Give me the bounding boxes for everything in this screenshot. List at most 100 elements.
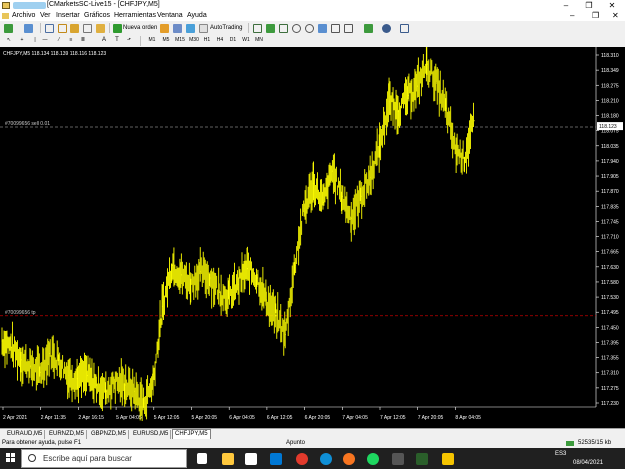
price-point <box>407 94 409 97</box>
vertical-line-tool-icon[interactable]: | <box>30 36 40 45</box>
menu-insertar[interactable]: Insertar <box>56 12 80 19</box>
tab-eurnzd[interactable]: EURNZD,M5 <box>47 430 88 439</box>
timeframe-m15[interactable]: M15 <box>175 36 185 45</box>
menu-archivo[interactable]: Archivo <box>12 12 35 19</box>
price-tick-label: 117.275 <box>601 386 619 392</box>
task-view-icon[interactable] <box>197 453 207 464</box>
navigator-icon[interactable] <box>70 24 79 33</box>
price-tick-label: 117.905 <box>601 174 619 180</box>
taskbar-search-box[interactable]: Escribe aquí para buscar <box>21 449 187 468</box>
metatrader-taskbar-icon[interactable] <box>416 453 428 465</box>
timeframe-m5[interactable]: M5 <box>161 36 171 45</box>
search-placeholder: Escribe aquí para buscar <box>43 454 132 463</box>
minimize-button[interactable]: – <box>558 0 574 11</box>
windows-start-icon[interactable] <box>6 453 16 463</box>
indicators-icon[interactable] <box>364 24 373 33</box>
app-icon[interactable] <box>392 453 404 465</box>
templates-icon[interactable] <box>400 24 409 33</box>
tab-eurusd[interactable]: EURUSD,M5 <box>131 430 172 439</box>
data-window-icon[interactable] <box>58 24 67 33</box>
metaeditor-icon[interactable] <box>160 24 169 33</box>
signals-icon[interactable] <box>173 24 182 33</box>
text-tool-icon[interactable]: A <box>99 36 109 45</box>
price-point <box>379 145 381 147</box>
price-point <box>256 277 258 279</box>
price-point <box>152 381 154 383</box>
menu-ayuda[interactable]: Ayuda <box>187 12 207 19</box>
store-icon[interactable] <box>245 453 257 465</box>
new-order-button[interactable]: Nueva orden <box>123 24 157 33</box>
autotrading-icon[interactable] <box>199 24 208 33</box>
timeframe-d1[interactable]: D1 <box>228 36 238 45</box>
timeframe-m1[interactable]: M1 <box>147 36 157 45</box>
price-tick-label: 117.310 <box>601 371 619 377</box>
opera-icon[interactable] <box>296 453 308 465</box>
fibonacci-tool-icon[interactable]: ≣ <box>78 36 88 45</box>
horizontal-line-tool-icon[interactable]: — <box>40 36 50 45</box>
current-price-label: 118.123 <box>599 124 617 130</box>
price-chart[interactable]: 118.310 118.349 118.275 118.210 118.180 118.0… <box>0 47 625 428</box>
timeframe-h4[interactable]: H4 <box>215 36 225 45</box>
channel-tool-icon[interactable]: ≡ <box>66 36 76 45</box>
periods-icon[interactable] <box>382 24 391 33</box>
status-help-text: Para obtener ayuda, pulse F1 <box>2 440 82 446</box>
file-explorer-icon[interactable] <box>222 453 234 465</box>
time-tick-label: 6 Apr 04:05 <box>229 415 255 421</box>
time-tick-label: 2 Apr 2021 <box>3 415 27 421</box>
menu-graficos[interactable]: Gráficos <box>84 12 110 19</box>
profiles-icon[interactable] <box>24 24 33 33</box>
timeframe-mn[interactable]: MN <box>254 36 264 45</box>
maximize-button[interactable]: ❐ <box>581 0 597 11</box>
taskbar-date[interactable]: 08/04/2021 <box>573 460 603 466</box>
timeframe-m30[interactable]: M30 <box>189 36 199 45</box>
folder-icon[interactable] <box>442 453 454 465</box>
price-tick-label: 117.710 <box>601 235 619 241</box>
line-chart-icon[interactable] <box>279 24 288 33</box>
zoom-out-icon[interactable] <box>305 24 314 33</box>
autotrading-button[interactable]: AutoTrading <box>210 24 242 33</box>
bar-chart-icon[interactable] <box>253 24 262 33</box>
price-point <box>237 283 239 285</box>
menu-ventana[interactable]: Ventana <box>157 12 183 19</box>
trendline-tool-icon[interactable]: ⁄ <box>54 36 64 45</box>
market-icon[interactable] <box>186 24 195 33</box>
price-tick-label: 118.210 <box>601 98 619 104</box>
mdi-minimize-button[interactable]: – <box>570 11 574 20</box>
edge-icon[interactable] <box>320 453 332 465</box>
menu-ver[interactable]: Ver <box>40 12 51 19</box>
tab-euraud[interactable]: EURAUD,M5 <box>5 430 46 439</box>
mdi-close-button[interactable]: ✕ <box>612 11 619 20</box>
tile-windows-icon[interactable] <box>318 24 327 33</box>
mail-icon[interactable] <box>270 453 282 465</box>
market-watch-icon[interactable] <box>45 24 54 33</box>
price-tick-label: 117.580 <box>601 280 619 286</box>
mdi-restore-button[interactable]: ❐ <box>592 11 599 20</box>
price-point <box>341 195 343 197</box>
text-label-tool-icon[interactable]: T <box>112 36 122 45</box>
new-order-icon[interactable] <box>113 24 122 33</box>
autoscroll-icon[interactable] <box>331 24 340 33</box>
menu-herramientas[interactable]: Herramientas <box>114 12 156 19</box>
taskbar-language[interactable]: ES3 <box>555 451 566 457</box>
timeframe-h1[interactable]: H1 <box>202 36 212 45</box>
tab-gbpnzd[interactable]: GBPNZD,M5 <box>89 430 130 439</box>
candlestick-icon[interactable] <box>266 24 275 33</box>
timeframe-w1[interactable]: W1 <box>241 36 251 45</box>
new-chart-icon[interactable] <box>4 24 13 33</box>
arrow-tool-icon[interactable]: ⬏ <box>124 36 134 45</box>
price-point <box>350 217 352 219</box>
firefox-icon[interactable] <box>343 453 355 465</box>
search-icon <box>28 454 36 462</box>
spotify-icon[interactable] <box>367 453 379 465</box>
close-button[interactable]: ✕ <box>604 0 620 11</box>
price-point <box>199 271 201 273</box>
price-tick-label: 118.180 <box>601 114 619 120</box>
terminal-icon[interactable] <box>83 24 92 33</box>
strategy-tester-icon[interactable] <box>96 24 105 33</box>
cursor-tool-icon[interactable]: ↖ <box>4 36 14 45</box>
crosshair-tool-icon[interactable]: + <box>17 36 27 45</box>
chart-shift-icon[interactable] <box>344 24 353 33</box>
time-tick-label: 8 Apr 04:05 <box>455 415 481 421</box>
zoom-in-icon[interactable] <box>292 24 301 33</box>
title-bar: [CMarketsSC-Live15 - [CHFJPY,M5] – ❐ ✕ <box>0 0 625 11</box>
